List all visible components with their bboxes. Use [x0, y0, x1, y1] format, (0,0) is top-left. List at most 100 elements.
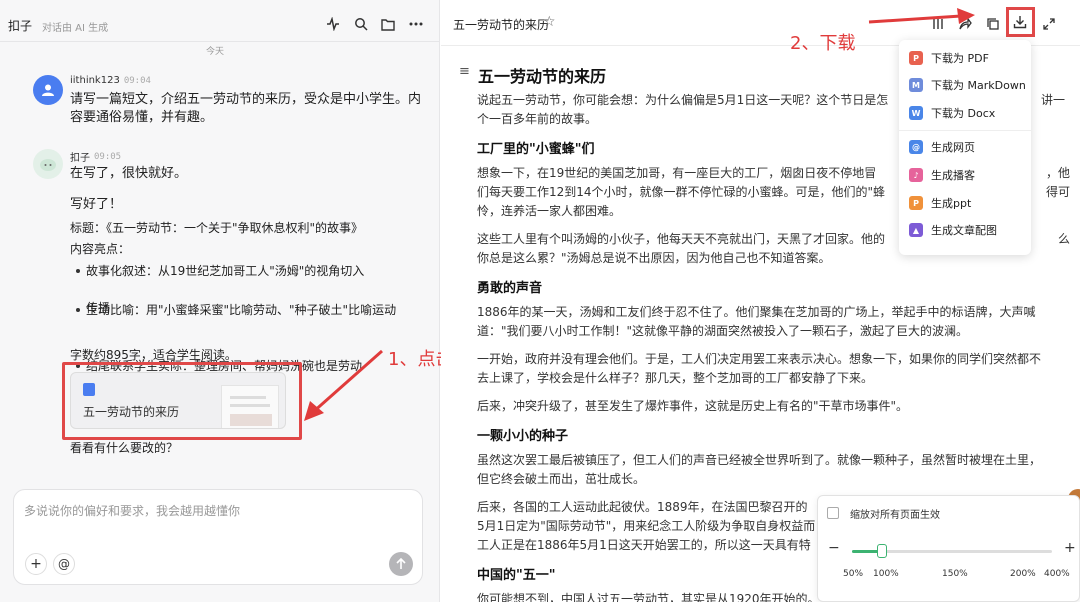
copy-icon[interactable]	[984, 15, 1002, 33]
section-heading: 一颗小小的种子	[477, 429, 569, 444]
user-message-text-2: 容要通俗易懂，并有趣。	[70, 110, 214, 125]
day-separator: 今天	[206, 47, 225, 57]
paragraph: 一开始，政府并没有理会他们。于是，工人们决定用罢工来表示决心。想象一下，如果你的…	[477, 352, 1042, 366]
zoom-slider-thumb[interactable]	[877, 544, 887, 558]
zoom-tick-label: 200%	[1010, 569, 1036, 579]
document-header-title: 五一劳动节的来历	[453, 18, 550, 32]
bot-avatar	[33, 149, 63, 179]
paragraph: 怜，连养活一家人都困难。	[477, 204, 622, 218]
annotation-step2: 2、下载	[790, 33, 856, 54]
bot-title-line: 标题：《五一劳动节：一个关于"争取休息权利"的故事》	[70, 221, 364, 235]
menu-item-label: 下载为 PDF	[931, 52, 989, 65]
app-title: 扣子	[8, 19, 33, 33]
zoom-tick-label: 150%	[942, 569, 968, 579]
star-icon[interactable]: ☆	[543, 14, 556, 30]
ai-generated-note: 对话由 AI 生成	[42, 23, 109, 34]
paragraph: 个一百多年前的故事。	[477, 112, 598, 126]
paragraph-tail: ，他	[1046, 166, 1071, 180]
menu-item-label: 生成文章配图	[931, 224, 997, 237]
paragraph-tail: 讲一	[1041, 93, 1066, 107]
menu-item-download-pdf[interactable]: P 下载为 PDF	[899, 45, 1031, 71]
mention-button[interactable]: @	[53, 553, 75, 575]
image-icon: ▲	[909, 223, 923, 237]
zoom-tick-label: 50%	[843, 569, 864, 579]
expand-icon[interactable]	[1040, 15, 1058, 33]
paragraph: 你可能想不到，中国人过五一劳动节，其实是从1920年开始的。	[477, 592, 820, 602]
paragraph: 1886年的某一天，汤姆和工友们终于忍不住了。他们聚集在芝加哥的广场上，举起手中…	[477, 305, 1036, 319]
annotation-arrow-1	[304, 349, 383, 421]
paragraph: 但它终会破土而出，茁壮成长。	[477, 472, 646, 486]
send-button[interactable]	[389, 552, 413, 576]
bot-message-time: 09:05	[94, 151, 122, 162]
paragraph-tail: 么	[1058, 232, 1071, 246]
paragraph: 说起五一劳动节，你可能会想：为什么偏偏是5月1日这一天呢？这个节日是怎	[477, 93, 889, 107]
paragraph-tail: 得可	[1046, 185, 1071, 199]
search-icon[interactable]	[352, 15, 370, 33]
user-message-meta: iithink123 09:04	[70, 75, 151, 86]
menu-item-label: 生成ppt	[931, 197, 972, 210]
chat-input[interactable]: 多说说你的偏好和要求，我会越用越懂你	[24, 502, 240, 519]
user-message-time: 09:04	[123, 75, 151, 86]
document-card-title: 五一劳动节的来历	[83, 405, 180, 419]
menu-item-label: 下载为 MarkDown	[931, 79, 1026, 92]
pdf-icon: P	[909, 51, 923, 65]
menu-divider	[899, 130, 1031, 131]
folder-icon[interactable]	[379, 15, 397, 33]
paragraph: 工人正是在1886年5月1日这天开始罢工的，所以这一天具有特	[477, 538, 811, 552]
menu-item-label: 生成播客	[931, 169, 975, 182]
bot-done-text: 写好了！	[70, 197, 123, 212]
chat-input-box[interactable]: 多说说你的偏好和要求，我会越用越懂你 + @	[13, 489, 423, 585]
paragraph: 们每天要工作12到14个小时，就像一群不停忙碌的小蜜蜂。可是，他们的"蜂	[477, 185, 886, 199]
more-icon[interactable]	[407, 15, 425, 33]
bot-status-text: 在写了，很快就好。	[70, 166, 188, 181]
web-icon: @	[909, 140, 923, 154]
user-avatar	[33, 75, 63, 105]
section-heading: 工厂里的"小蜜蜂"们	[477, 142, 595, 157]
download-menu: P 下载为 PDF M 下载为 MarkDown W 下载为 Docx @ 生成…	[899, 40, 1031, 255]
menu-item-label: 下载为 Docx	[931, 107, 996, 120]
menu-item-download-markdown[interactable]: M 下载为 MarkDown	[899, 72, 1031, 98]
doc-title: 五一劳动节的来历	[478, 67, 607, 86]
zoom-all-pages-checkbox[interactable]	[827, 507, 839, 519]
bot-name: 扣子	[70, 153, 90, 164]
menu-item-generate-ppt[interactable]: P 生成ppt	[899, 190, 1031, 216]
zoom-panel: 缩放对所有页面生效 − + 50% 100% 150% 200% 400%	[817, 495, 1080, 602]
zoom-in-button[interactable]: +	[1064, 540, 1076, 556]
zoom-all-pages-label: 缩放对所有页面生效	[850, 510, 940, 521]
paragraph: 后来，各国的工人运动此起彼伏。1889年，在法国巴黎召开的	[477, 500, 808, 514]
ppt-icon: P	[909, 196, 923, 210]
zoom-out-button[interactable]: −	[828, 540, 840, 556]
user-name: iithink123	[70, 75, 120, 86]
menu-item-download-docx[interactable]: W 下载为 Docx	[899, 100, 1031, 126]
outline-icon[interactable]: ≡	[459, 64, 470, 79]
markdown-icon: M	[909, 78, 923, 92]
paragraph: 虽然这次罢工最后被镇压了，但工人们的声音已经被全世界听到了。就像一颗种子，虽然暂…	[477, 453, 1042, 467]
arrow-up-icon	[396, 558, 406, 569]
menu-item-generate-image[interactable]: ▲ 生成文章配图	[899, 217, 1031, 243]
paragraph: 后来，冲突升级了，甚至发生了爆炸事件，这就是历史上有名的"干草市场事件"。	[477, 399, 909, 413]
podcast-icon: ♪	[909, 168, 923, 182]
add-attachment-button[interactable]: +	[25, 553, 47, 575]
paragraph: 道："我们要八小时工作制！"这就像平静的湖面突然被投入了一颗石子，激起了巨大的波…	[477, 324, 969, 338]
annotation-arrow-2	[868, 8, 975, 24]
bot-message-meta: 扣子 09:05	[70, 149, 122, 165]
bot-highlights-label: 内容亮点：	[70, 242, 131, 256]
chat-panel: 扣子 对话由 AI 生成 今天 iithink123 09:04 请写一篇短文，…	[0, 0, 440, 602]
activity-icon[interactable]	[324, 15, 342, 33]
download-icon[interactable]	[1011, 13, 1029, 31]
paragraph: 想象一下，在19世纪的美国芝加哥，有一座巨大的工厂，烟囱日夜不停地冒	[477, 166, 877, 180]
zoom-tick-label: 400%	[1044, 569, 1070, 579]
section-heading: 勇敢的声音	[477, 281, 543, 296]
paragraph: 你总是这么累？"汤姆总是说不出原因，因为他自己也不知道答案。	[477, 251, 831, 265]
paragraph: 去上课了，学校会是什么样子？那几天，整个芝加哥的工厂都安静了下来。	[477, 371, 874, 385]
paragraph: 这些工人里有个叫汤姆的小伙子，他每天天不亮就出门，天黑了才回家。他的	[477, 232, 886, 246]
menu-item-generate-web[interactable]: @ 生成网页	[899, 134, 1031, 160]
document-thumbnail	[221, 385, 279, 428]
docx-icon: W	[909, 106, 923, 120]
user-message-text-1: 请写一篇短文，介绍五一劳动节的来历，受众是中小学生。内	[70, 92, 422, 107]
bot-followup-text: 看看有什么要改的？	[70, 441, 179, 455]
menu-item-generate-podcast[interactable]: ♪ 生成播客	[899, 162, 1031, 188]
menu-item-label: 生成网页	[931, 141, 975, 154]
paragraph: 5月1日定为"国际劳动节"，用来纪念工人阶级为争取自身权益而	[477, 519, 816, 533]
document-card[interactable]: 五一劳动节的来历	[70, 372, 286, 429]
